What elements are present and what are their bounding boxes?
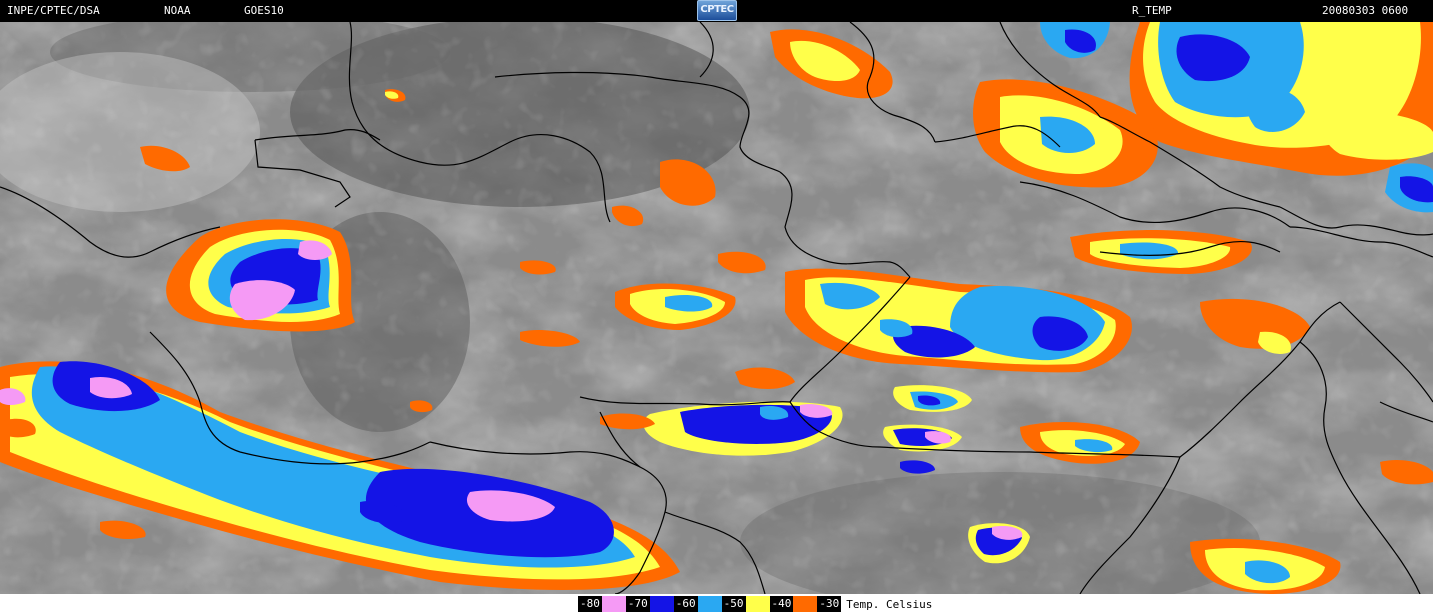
legend-label: -50	[721, 596, 746, 612]
source-label: INPE/CPTEC/DSA	[7, 4, 100, 17]
legend-item-minus70: -70	[625, 596, 674, 612]
agency-label: NOAA	[164, 4, 191, 17]
legend-swatch-blue	[649, 596, 674, 612]
header-bar: INPE/CPTEC/DSA NOAA GOES10 CPTEC R_TEMP …	[0, 0, 1433, 22]
legend-swatch-yellow	[745, 596, 770, 612]
legend-label: -60	[673, 596, 698, 612]
legend-units: Temp. Celsius	[846, 597, 933, 611]
satellite-image-frame: INPE/CPTEC/DSA NOAA GOES10 CPTEC R_TEMP …	[0, 0, 1433, 614]
legend-label: -80	[578, 596, 602, 612]
infrared-satellite-map	[0, 22, 1433, 594]
legend-label: -70	[625, 596, 650, 612]
legend-item-minus50: -50	[721, 596, 770, 612]
legend-label: -30	[817, 596, 842, 612]
legend-item-minus30: -30	[817, 596, 842, 612]
temperature-legend: -80 -70 -60 -50 -40 -30 Temp. Celsius	[578, 596, 932, 612]
legend-swatch-pink	[601, 596, 626, 612]
legend-swatch-cyan	[697, 596, 722, 612]
logo-text: CPTEC	[700, 4, 734, 15]
satellite-label: GOES10	[244, 4, 284, 17]
legend-label: -40	[769, 596, 794, 612]
legend-item-minus80: -80	[578, 596, 626, 612]
product-label: R_TEMP	[1132, 4, 1172, 17]
timestamp-label: 20080303 0600	[1322, 4, 1409, 17]
legend-item-minus60: -60	[673, 596, 722, 612]
legend-item-minus40: -40	[769, 596, 818, 612]
legend-swatch-orange	[793, 596, 818, 612]
cptec-logo: CPTEC	[697, 0, 737, 21]
